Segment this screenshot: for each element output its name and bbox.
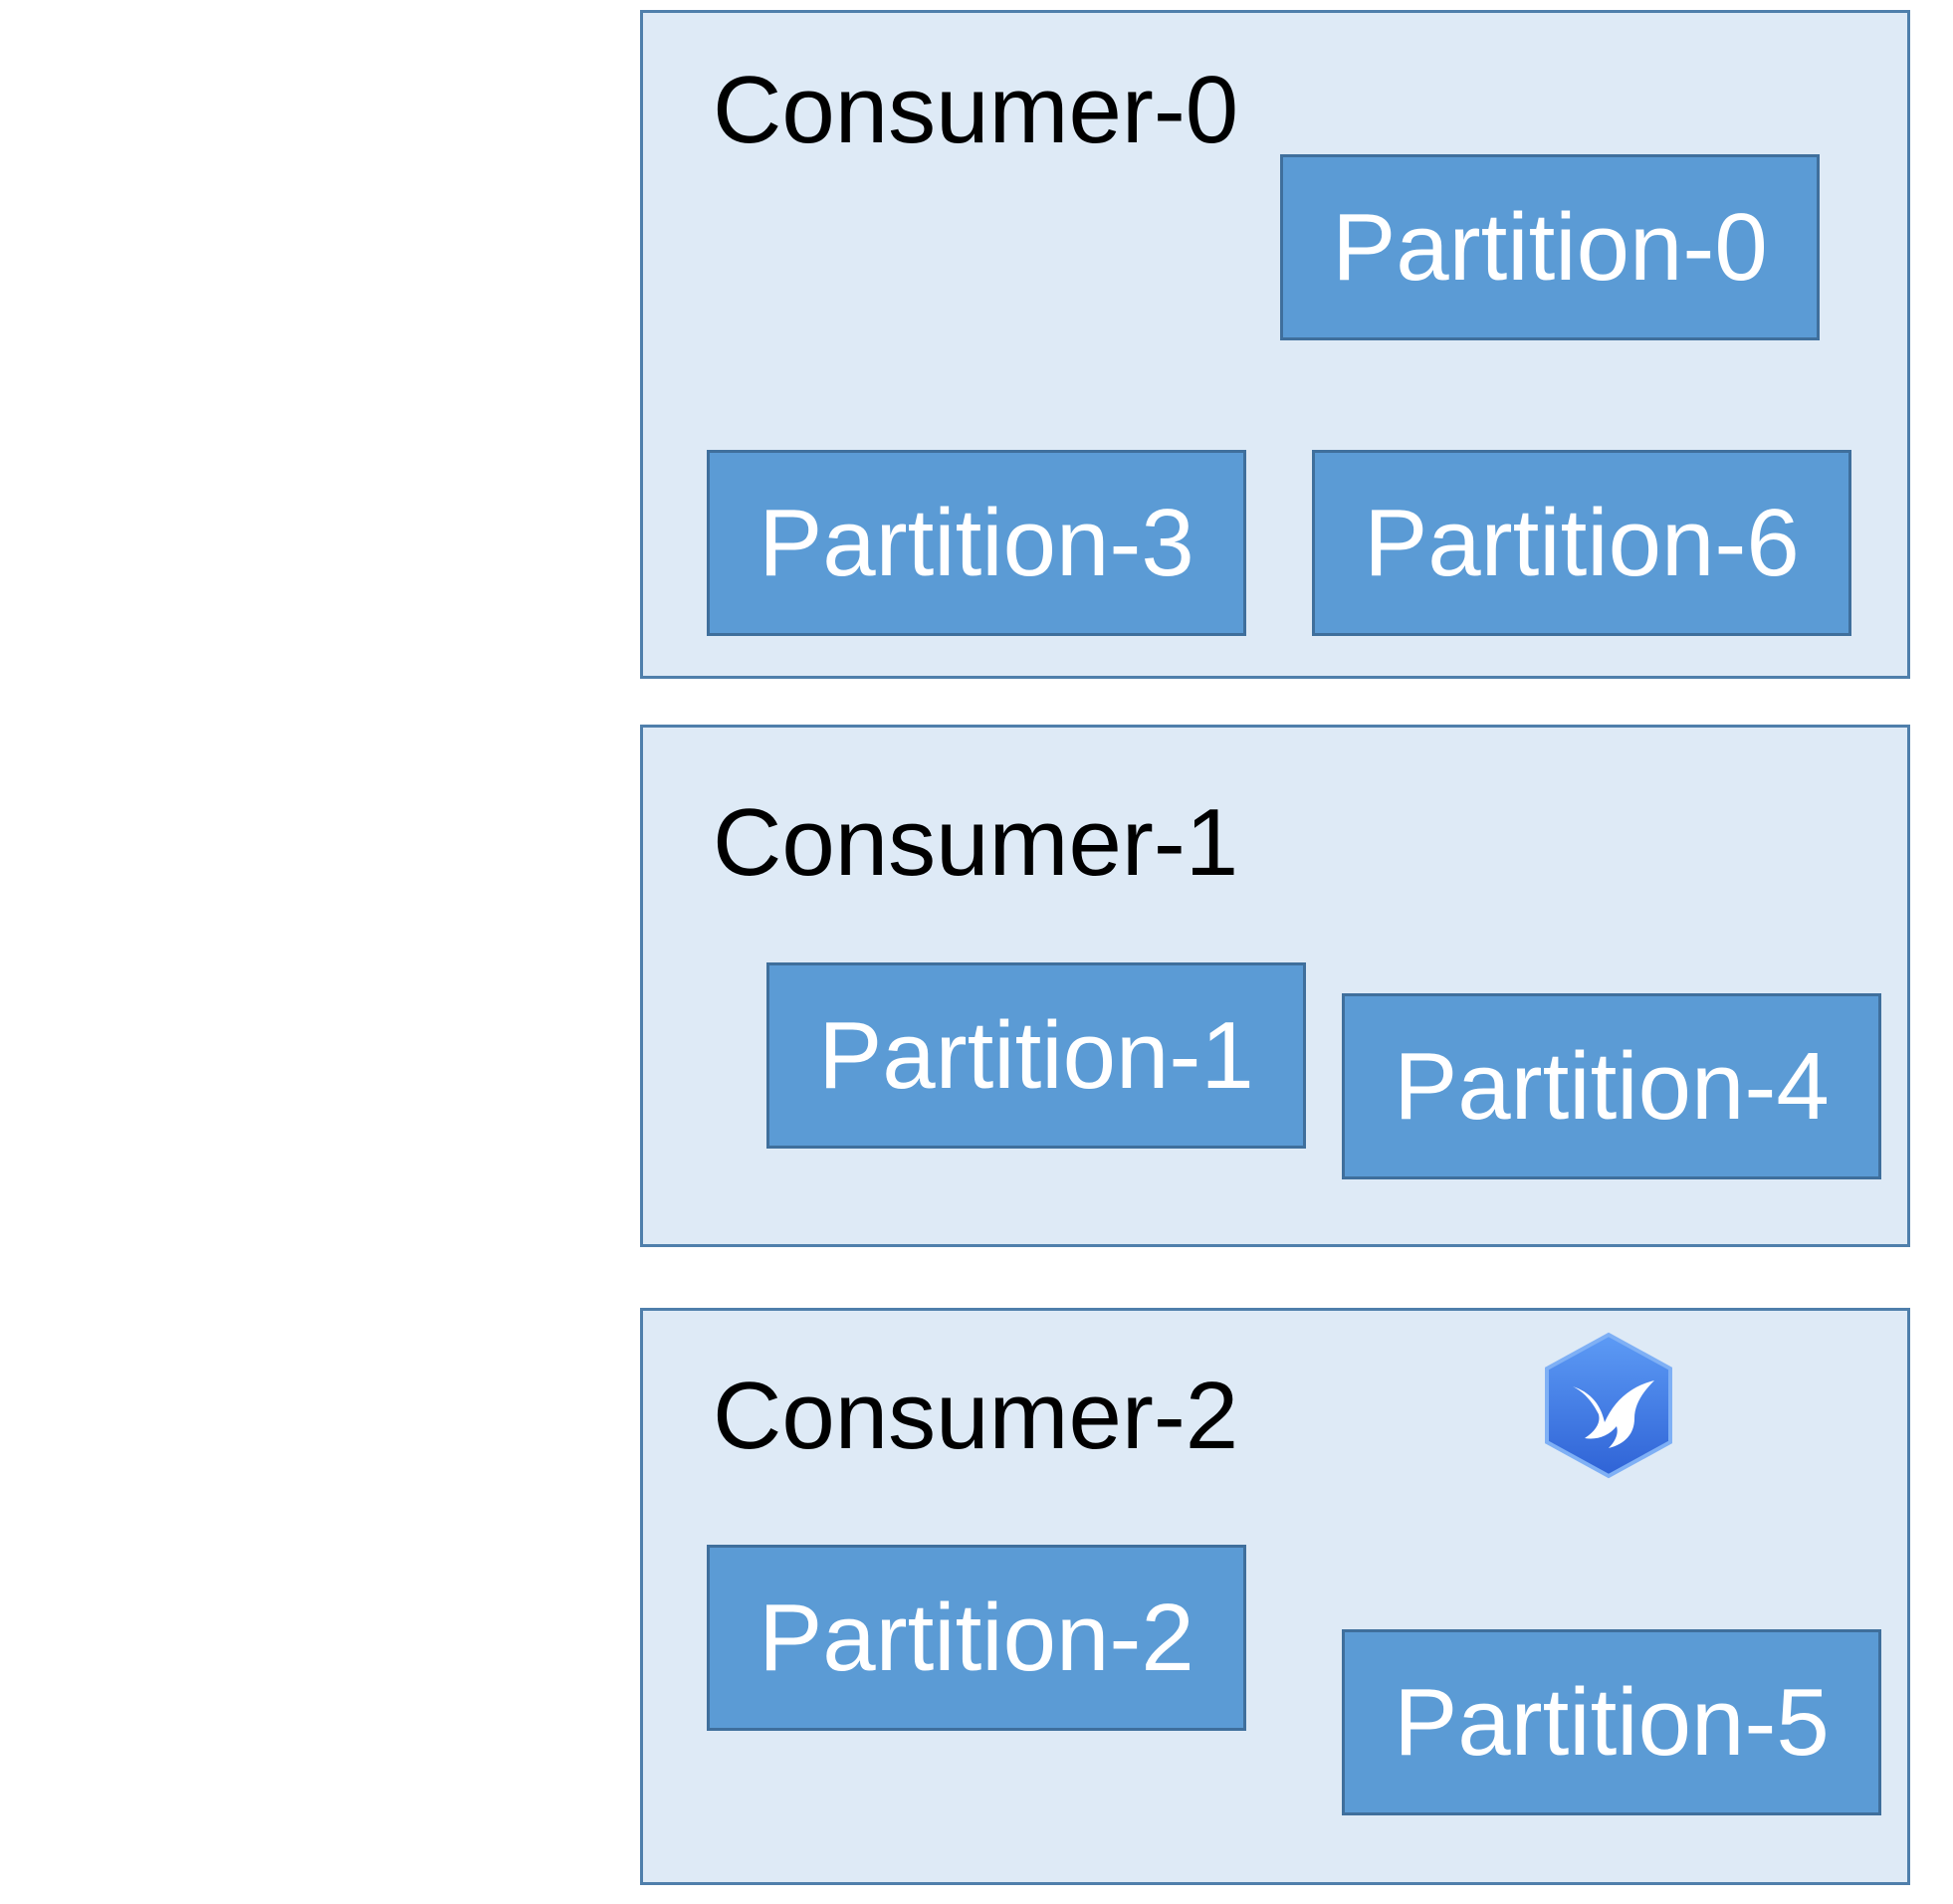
partition-box-5: Partition-5	[1342, 1629, 1881, 1815]
partition-box-0: Partition-0	[1280, 154, 1820, 340]
partition-box-6: Partition-6	[1312, 450, 1851, 636]
consumer-group-0: Consumer-0 Partition-0 Partition-3 Parti…	[640, 10, 1910, 679]
consumer-label: Consumer-0	[713, 57, 1239, 163]
consumer-label: Consumer-1	[713, 789, 1239, 896]
bird-hexagon-icon	[1545, 1332, 1672, 1479]
partition-box-3: Partition-3	[707, 450, 1246, 636]
consumer-group-2: Consumer-2 Partition-2 Partition-5	[640, 1308, 1910, 1885]
partition-box-1: Partition-1	[766, 962, 1306, 1149]
partition-box-2: Partition-2	[707, 1545, 1246, 1731]
partition-box-4: Partition-4	[1342, 993, 1881, 1179]
consumer-label: Consumer-2	[713, 1363, 1239, 1469]
consumer-group-1: Consumer-1 Partition-1 Partition-4	[640, 725, 1910, 1247]
